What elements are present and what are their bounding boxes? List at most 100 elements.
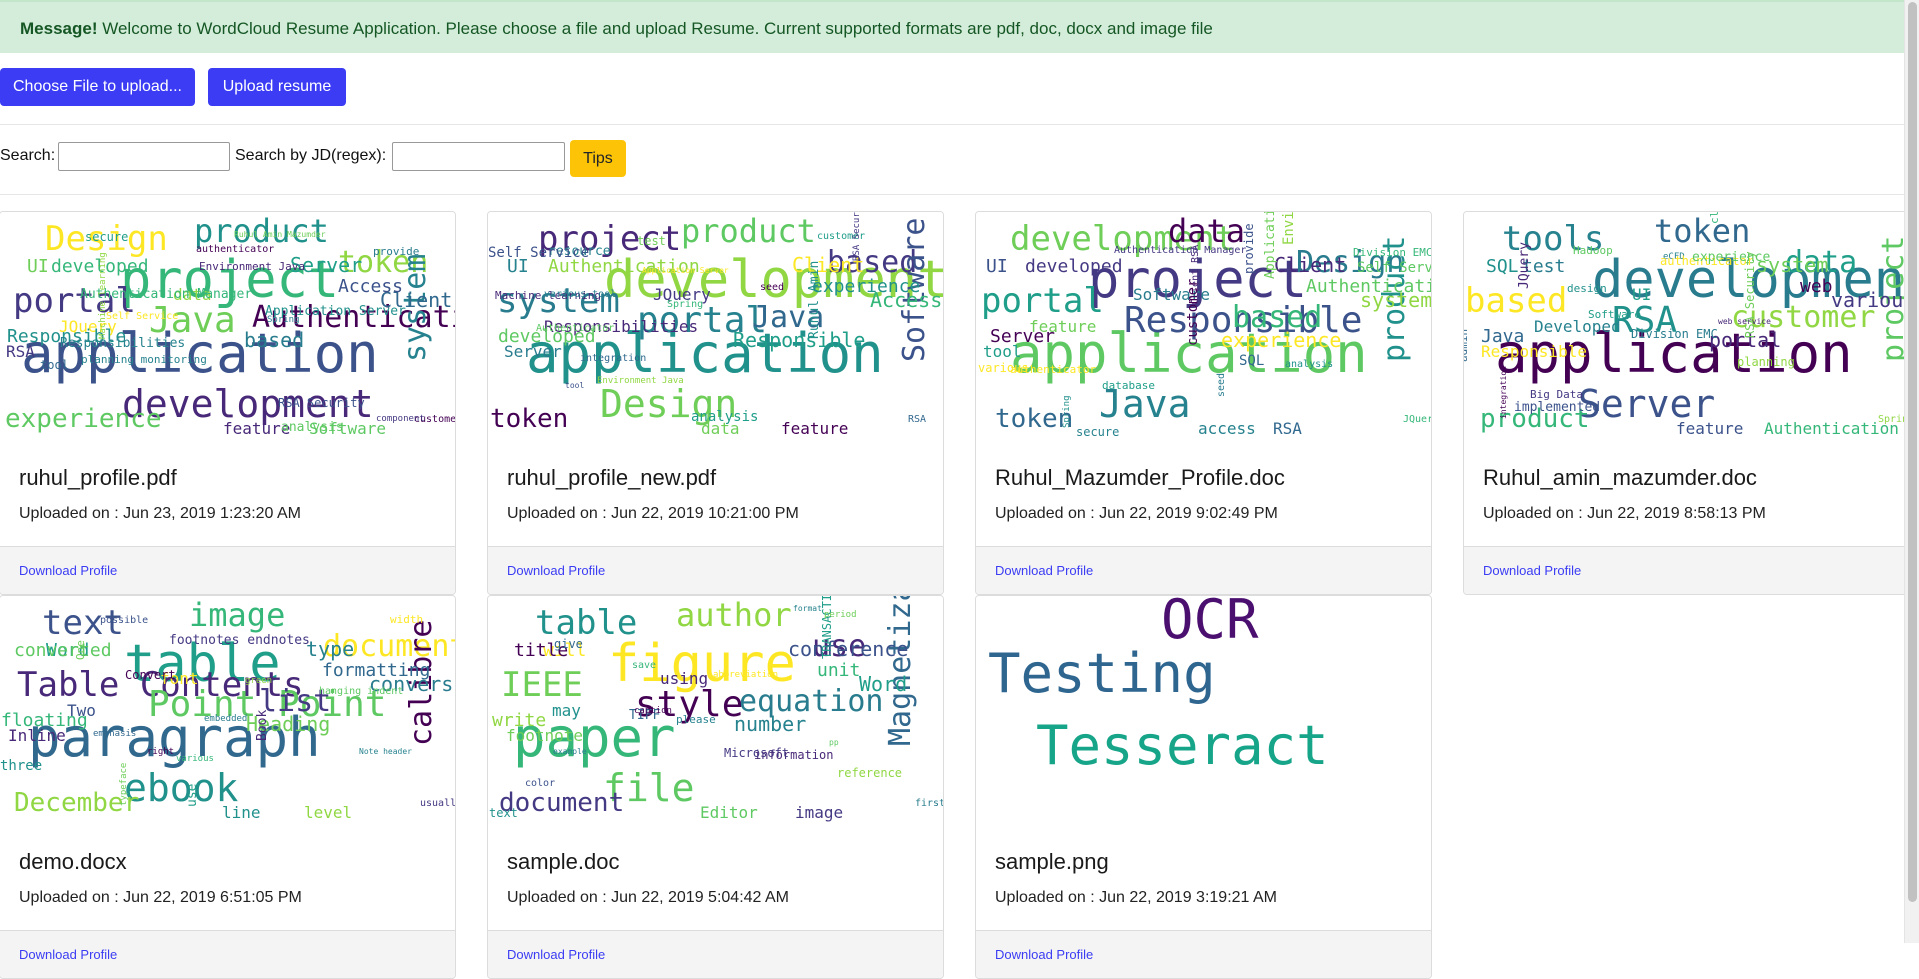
word-cloud-word: level bbox=[304, 803, 352, 822]
download-profile-link[interactable]: Download Profile bbox=[19, 563, 117, 578]
word-cloud-word: period bbox=[824, 610, 857, 620]
card-footer: Download Profile bbox=[1464, 546, 1919, 594]
word-cloud-word: using bbox=[660, 669, 708, 688]
word-cloud-word: token bbox=[490, 404, 568, 434]
word-cloud-word: example bbox=[553, 747, 587, 756]
word-cloud-word: please bbox=[676, 713, 716, 726]
word-cloud-word: database bbox=[1102, 379, 1155, 392]
word-cloud-word: first bbox=[915, 798, 943, 809]
word-cloud-word: experience bbox=[812, 276, 920, 297]
word-cloud-word: experience bbox=[5, 404, 162, 434]
jd-search-label: Search by JD(regex): bbox=[235, 147, 387, 164]
download-profile-link[interactable]: Download Profile bbox=[995, 947, 1093, 962]
download-profile-link[interactable]: Download Profile bbox=[507, 947, 605, 962]
word-cloud-word: RSA bbox=[908, 414, 926, 425]
word-cloud-word: component bbox=[376, 414, 425, 424]
resume-card: application development project product base… bbox=[487, 211, 944, 595]
word-cloud-image[interactable]: OCR Testing Tesseract bbox=[976, 596, 1431, 826]
word-cloud-word: Self Service bbox=[106, 311, 178, 322]
word-cloud-word: Ruhul Amin Mazumder bbox=[234, 230, 326, 239]
word-cloud-image[interactable]: paper figure table author use file document IEE… bbox=[488, 596, 943, 826]
word-cloud-word: hanging indent bbox=[319, 686, 403, 697]
upload-date: Uploaded on : Jun 22, 2019 6:51:05 PM bbox=[19, 889, 302, 906]
word-cloud-word: Hadoop bbox=[1573, 244, 1613, 257]
choose-file-button[interactable]: Choose File to upload... bbox=[0, 68, 195, 106]
word-cloud-word: admin bbox=[1464, 329, 1470, 362]
word-cloud-word: design bbox=[1567, 282, 1607, 295]
page-scrollbar[interactable] bbox=[1904, 0, 1919, 943]
resume-card: OCR Testing Tesseract sample.png Uploade… bbox=[975, 595, 1432, 979]
download-profile-link[interactable]: Download Profile bbox=[995, 563, 1093, 578]
upload-date: Uploaded on : Jun 22, 2019 5:04:42 AM bbox=[507, 889, 789, 906]
word-cloud-image[interactable]: application development tools token data Serv… bbox=[1464, 212, 1919, 442]
word-cloud-word: integration bbox=[580, 353, 646, 364]
search-bar: Search: Search by JD(regex): Tips bbox=[0, 140, 1904, 177]
word-cloud-word: seed bbox=[760, 282, 784, 293]
word-cloud-word: secure bbox=[1076, 425, 1119, 439]
scrollbar-thumb[interactable] bbox=[1908, 2, 1917, 902]
alert-message: Message! Welcome to WordCloud Resume App… bbox=[0, 0, 1904, 53]
word-cloud-word: number bbox=[734, 712, 806, 736]
word-cloud-word: provide bbox=[1242, 223, 1256, 274]
word-cloud-word: various bbox=[176, 754, 214, 764]
word-cloud-word: right bbox=[147, 747, 174, 757]
word-cloud-image[interactable]: paragraph table text image document ebook Dece… bbox=[0, 596, 455, 826]
word-cloud-word: TRANSACTIONS bbox=[820, 596, 834, 659]
upload-date: Uploaded on : Jun 22, 2019 9:02:49 PM bbox=[995, 505, 1278, 522]
jd-search-input[interactable] bbox=[392, 142, 565, 171]
download-profile-link[interactable]: Download Profile bbox=[1483, 563, 1581, 578]
word-cloud-word: abbreviation bbox=[713, 670, 778, 680]
word-cloud-word: Book bbox=[255, 710, 270, 741]
search-input[interactable] bbox=[58, 142, 230, 171]
word-cloud-word: Application Server bbox=[642, 266, 729, 275]
word-cloud-word: Division EMC bbox=[1631, 327, 1718, 341]
word-cloud-word: authenticator bbox=[196, 244, 274, 255]
word-cloud-word: Server bbox=[504, 342, 562, 361]
word-cloud-word: save bbox=[632, 660, 656, 671]
word-cloud-word: authenticator bbox=[1010, 363, 1096, 376]
word-cloud-word: access bbox=[1198, 419, 1256, 438]
word-cloud-word: Testing bbox=[988, 642, 1216, 705]
divider bbox=[0, 194, 1904, 195]
word-cloud-word: caption bbox=[634, 706, 672, 716]
upload-resume-button[interactable]: Upload resume bbox=[208, 68, 346, 106]
card-footer: Download Profile bbox=[488, 930, 943, 978]
word-cloud-word: pp bbox=[829, 738, 839, 747]
word-cloud-word: Microsoft bbox=[724, 746, 789, 760]
word-cloud-word: UI bbox=[27, 256, 49, 277]
download-profile-link[interactable]: Download Profile bbox=[19, 947, 117, 962]
word-cloud-word: Spring bbox=[667, 299, 703, 310]
upload-date: Uploaded on : Jun 23, 2019 1:23:20 AM bbox=[19, 505, 301, 522]
word-cloud-word: Magnetization bbox=[883, 596, 918, 746]
word-cloud-word: possible bbox=[100, 615, 148, 626]
word-cloud-word: RSA bbox=[1273, 419, 1302, 438]
word-cloud-word: RSA bbox=[6, 342, 35, 361]
word-cloud-image[interactable]: application project Design product token deve… bbox=[0, 212, 455, 442]
word-cloud-word: formatting bbox=[322, 660, 430, 681]
word-cloud-word: Software bbox=[1588, 308, 1641, 321]
card-title: sample.png bbox=[995, 849, 1109, 874]
word-cloud-word: three bbox=[0, 758, 42, 774]
card-footer: Download Profile bbox=[976, 546, 1431, 594]
word-cloud-word: token bbox=[1654, 212, 1750, 250]
word-cloud-word: Self Service bbox=[1357, 260, 1431, 276]
word-cloud-word: SQL bbox=[1486, 256, 1519, 277]
word-cloud-word: integration bbox=[1499, 366, 1508, 419]
word-cloud-image[interactable]: application project development data Design J… bbox=[976, 212, 1431, 442]
word-cloud-image[interactable]: application development project product base… bbox=[488, 212, 943, 442]
word-cloud-word: Environment Java bbox=[597, 376, 684, 386]
tips-button[interactable]: Tips bbox=[570, 140, 626, 177]
word-cloud-word: image bbox=[189, 596, 285, 634]
download-profile-link[interactable]: Download Profile bbox=[507, 563, 605, 578]
word-cloud-word: Division EMC bbox=[1353, 246, 1431, 259]
word-cloud-word: Access bbox=[338, 276, 403, 297]
word-cloud-word: author bbox=[676, 596, 792, 634]
word-cloud-word: planning bbox=[1737, 355, 1795, 369]
word-cloud-word: various tool bbox=[544, 289, 616, 300]
resume-card: application development tools token data Serv… bbox=[1463, 211, 1919, 595]
word-cloud-word: Application Server bbox=[265, 304, 406, 319]
word-cloud-word: clientcomponent bbox=[1708, 212, 1721, 224]
card-title: Ruhul_Mazumder_Profile.doc bbox=[995, 465, 1285, 490]
word-cloud-word: reference bbox=[837, 766, 902, 780]
word-cloud-word: converted bbox=[14, 640, 112, 661]
